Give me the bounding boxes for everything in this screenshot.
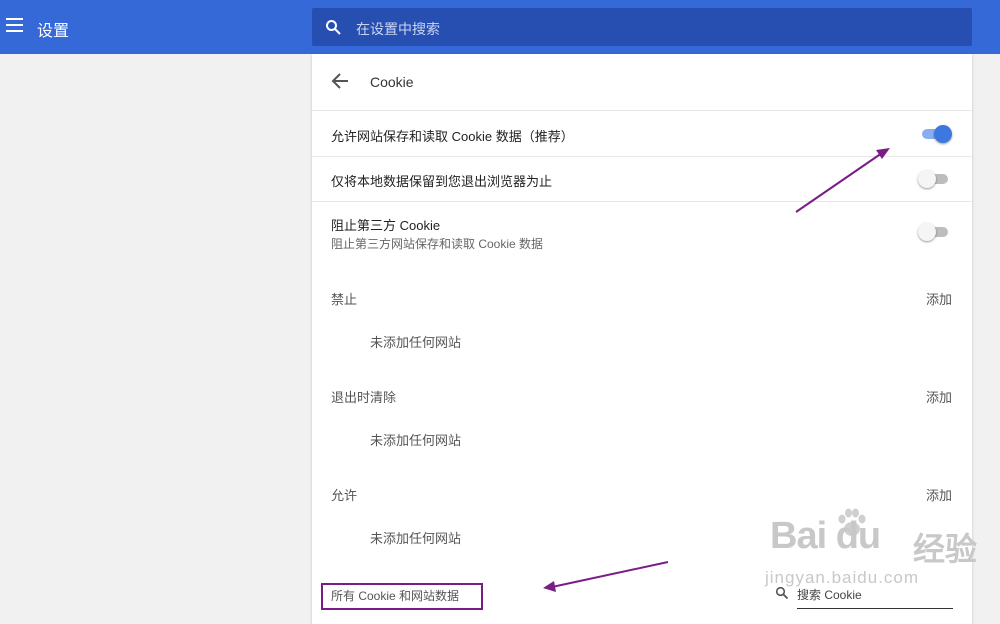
block-third-party-toggle[interactable] [918,223,950,241]
menu-icon[interactable] [6,18,23,32]
toggle-knob [918,170,936,188]
back-arrow-icon[interactable] [330,71,350,91]
all-cookies-link[interactable]: 所有 Cookie 和网站数据 [321,583,483,610]
toggle-knob [918,223,936,241]
page-title: Cookie [370,74,414,90]
app-title: 设置 [37,23,70,40]
search-placeholder: 在设置中搜索 [356,21,440,37]
section-label-clear-on-exit: 退出时清除 [331,390,397,405]
section-label-allow: 允许 [331,488,358,503]
add-clear-on-exit-button[interactable]: 添加 [926,387,952,406]
toggle-label: 允许网站保存和读取 Cookie 数据（推荐） [331,129,574,144]
toggle-knob [934,125,952,143]
watermark-brand-cn: 经验 [913,531,978,567]
app-header: 设置 在设置中搜索 [0,0,1000,54]
toggle-row-block-third-party: 阻止第三方 Cookie 阻止第三方网站保存和读取 Cookie 数据 [312,202,972,262]
allow-empty-text: 未添加任何网站 [370,531,462,546]
toggle-row-allow-cookies: 允许网站保存和读取 Cookie 数据（推荐） [312,111,972,156]
watermark-url: jingyan.baidu.com [765,568,920,587]
search-icon [326,20,341,35]
block-empty-text: 未添加任何网站 [370,335,462,350]
allow-cookies-toggle[interactable] [920,125,952,143]
clear-on-exit-empty-text: 未添加任何网站 [370,433,462,448]
toggle-sublabel: 阻止第三方网站保存和读取 Cookie 数据 [331,237,544,251]
toggle-label: 仅将本地数据保留到您退出浏览器为止 [331,174,553,189]
settings-search-input[interactable]: 在设置中搜索 [312,8,972,46]
add-block-button[interactable]: 添加 [926,289,952,308]
keep-local-data-toggle[interactable] [918,170,950,188]
toggle-label: 阻止第三方 Cookie [331,218,441,233]
section-label-block: 禁止 [331,292,358,307]
watermark-brand: Bai du [770,515,881,557]
baidu-jingyan-watermark: Bai du 经验 jingyan.baidu.com [765,500,1000,600]
toggle-row-keep-local-data: 仅将本地数据保留到您退出浏览器为止 [312,157,972,201]
